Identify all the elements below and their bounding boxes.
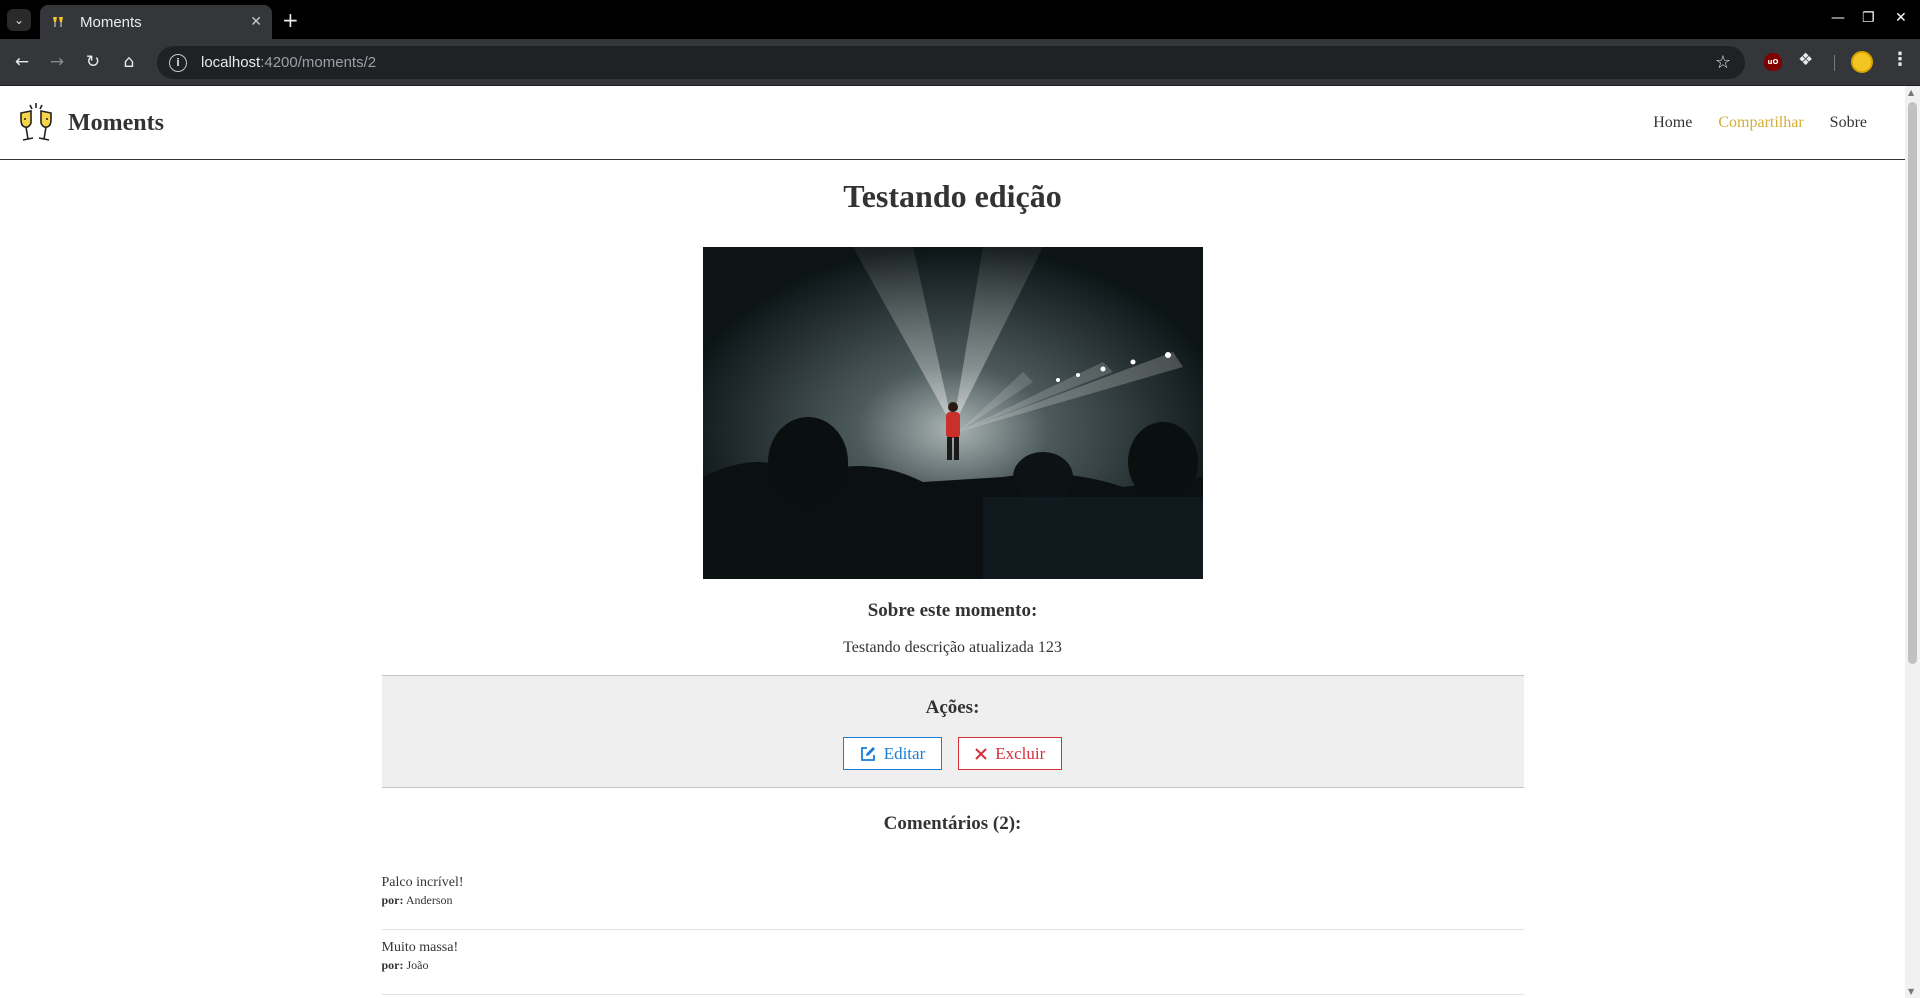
nav-share-link[interactable]: Compartilhar [1718, 114, 1803, 132]
nav-home-link[interactable]: Home [1653, 114, 1692, 132]
actions-panel: Ações: Editar Excluir [381, 675, 1524, 788]
comment-text: Muito massa! [381, 940, 459, 955]
browser-tab-strip: ⌄ Moments ✕ + — ❐ ✕ [0, 0, 1920, 39]
back-arrow-icon[interactable]: ← [11, 51, 33, 73]
ublock-extension-icon[interactable]: uO [1764, 53, 1782, 71]
tab-title: Moments [80, 13, 142, 31]
reload-icon[interactable]: ↻ [82, 51, 104, 73]
url-path: :4200/moments/2 [260, 54, 377, 71]
moment-description: Testando descrição atualizada 123 [843, 639, 1062, 656]
page-scrollbar[interactable]: ▲ ▼ [1905, 86, 1920, 998]
edit-button[interactable]: Editar [842, 737, 943, 770]
chevron-down-icon: ⌄ [13, 13, 25, 27]
action-buttons: Editar Excluir [382, 737, 1524, 770]
close-x-icon [975, 747, 987, 760]
toolbar-divider [1834, 55, 1835, 71]
comment-author-prefix: por: [381, 893, 404, 907]
comment-item: Muito massa! por: João [381, 930, 1524, 995]
actions-title: Ações: [925, 697, 980, 718]
champagne-favicon-icon [50, 14, 66, 30]
edit-icon [860, 746, 875, 761]
browser-menu-icon[interactable]: ⋮ [1891, 49, 1909, 70]
browser-toolbar: ← → ↻ ⌂ i localhost:4200/moments/2 ☆ uO … [0, 39, 1920, 86]
comment-author: por: João [382, 958, 1524, 973]
comment-item: Palco incrível! por: Anderson [381, 865, 1524, 930]
champagne-glasses-icon [20, 103, 52, 141]
comments-title: Comentários (2): [883, 813, 1022, 834]
delete-button-label: Excluir [995, 743, 1046, 763]
browser-tab-active[interactable]: Moments ✕ [40, 5, 272, 39]
url-host: localhost [201, 54, 261, 71]
address-bar[interactable]: i localhost:4200/moments/2 ☆ [157, 46, 1745, 79]
comment-author-name: Anderson [405, 893, 453, 907]
comment-author-name: João [406, 958, 429, 972]
restore-icon[interactable]: ❐ [1862, 10, 1875, 26]
scroll-down-arrow-icon[interactable]: ▼ [1908, 987, 1914, 996]
brand[interactable]: Moments [16, 101, 164, 145]
comment-author: por: Anderson [382, 893, 1524, 908]
page-viewport: Moments Home Compartilhar Sobre Testando… [0, 87, 1905, 998]
delete-button[interactable]: Excluir [958, 737, 1063, 770]
window-close-icon[interactable]: ✕ [1895, 10, 1907, 26]
nav-about-link[interactable]: Sobre [1830, 114, 1867, 132]
profile-avatar[interactable] [1851, 51, 1873, 73]
tab-search-button[interactable]: ⌄ [7, 9, 31, 31]
forward-arrow-icon[interactable]: → [46, 51, 68, 73]
comment-author-prefix: por: [381, 958, 404, 972]
bookmark-star-icon[interactable]: ☆ [1715, 52, 1731, 73]
edit-button-label: Editar [883, 743, 926, 763]
new-tab-button[interactable]: + [282, 8, 299, 32]
about-title: Sobre este momento: [867, 600, 1038, 621]
comment-text: Palco incrível! [381, 875, 464, 890]
main-nav: Home Compartilhar Sobre [1653, 114, 1867, 132]
tab-close-icon[interactable]: ✕ [250, 14, 262, 30]
minimize-icon[interactable]: — [1831, 10, 1845, 26]
comments-list: Palco incrível! por: Anderson Muito mass… [381, 865, 1524, 995]
site-header: Moments Home Compartilhar Sobre [0, 87, 1905, 160]
home-icon[interactable]: ⌂ [118, 51, 140, 73]
scroll-up-arrow-icon[interactable]: ▲ [1908, 88, 1914, 97]
scrollbar-thumb[interactable] [1908, 102, 1917, 664]
brand-name: Moments [68, 109, 164, 136]
moment-image [702, 247, 1203, 579]
extensions-puzzle-icon[interactable]: ❖ [1798, 50, 1813, 70]
moment-title: Testando edição [843, 178, 1062, 214]
site-info-icon[interactable]: i [169, 53, 187, 72]
